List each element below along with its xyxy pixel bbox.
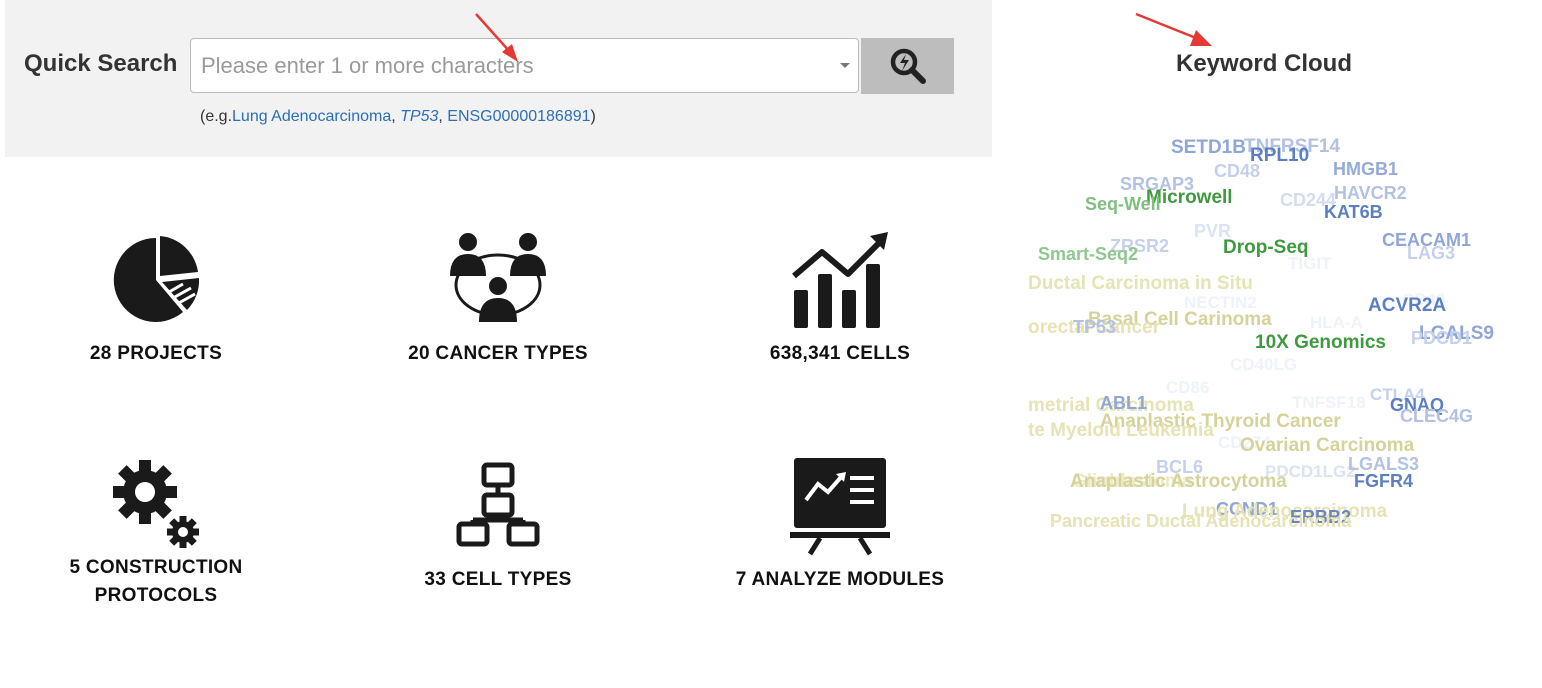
keyword-cloud-item[interactable]: HMGB1 xyxy=(1333,160,1398,178)
keyword-cloud: SETD1B TNFRSF14 RPL10 CD48 HMGB1 SRGAP3 Microw… xyxy=(1028,128,1528,548)
keyword-cloud-item[interactable]: SETD1B xyxy=(1171,138,1246,157)
keyword-cloud-item[interactable]: Seq-Well xyxy=(1085,195,1161,213)
keyword-cloud-item[interactable]: TP53 xyxy=(1073,318,1116,336)
red-arrow-icon xyxy=(475,13,518,62)
stat-cells[interactable]: 638,341 CELLS xyxy=(740,230,940,368)
stat-projects[interactable]: 28 PROJECTS xyxy=(56,232,256,368)
stat-label: 7 ANALYZE MODULES xyxy=(735,569,945,590)
stat-label: 28 PROJECTS xyxy=(89,343,223,364)
keyword-cloud-item[interactable]: FGFR4 xyxy=(1354,472,1413,490)
keyword-cloud-item[interactable]: Anaplastic Astrocytoma xyxy=(1070,472,1287,491)
people-network-icon xyxy=(450,233,546,322)
quick-search-label: Quick Search xyxy=(24,50,178,77)
growth-chart-icon xyxy=(792,232,888,328)
keyword-cloud-item[interactable]: TIGIT xyxy=(1288,255,1331,272)
keyword-cloud-item[interactable]: CLEC4G xyxy=(1400,407,1473,425)
keyword-cloud-item[interactable]: LAG3 xyxy=(1407,244,1455,262)
search-button[interactable] xyxy=(861,38,954,94)
keyword-cloud-item[interactable]: CD86 xyxy=(1166,379,1209,396)
keyword-cloud-item[interactable]: ABL1 xyxy=(1100,394,1147,412)
search-icon xyxy=(890,48,926,84)
keyword-cloud-item[interactable]: TNFSF18 xyxy=(1292,394,1366,411)
keyword-cloud-item[interactable]: Ovarian Carcinoma xyxy=(1240,436,1414,455)
dropdown-caret-icon[interactable] xyxy=(840,63,850,68)
search-examples: (e.g.Lung Adenocarcinoma, TP53, ENSG0000… xyxy=(200,108,596,125)
example-link-ensg[interactable]: ENSG00000186891 xyxy=(447,108,590,125)
keyword-cloud-item[interactable]: PDCD1 xyxy=(1411,329,1472,347)
stat-label: 638,341 CELLS xyxy=(769,343,911,364)
stat-analyze-modules[interactable]: 7 ANALYZE MODULES xyxy=(722,456,958,594)
example-link-lung-adenocarcinoma[interactable]: Lung Adenocarcinoma xyxy=(232,108,391,125)
red-arrow-icon xyxy=(1135,12,1212,46)
pie-chart-icon xyxy=(113,236,200,322)
keyword-cloud-item[interactable]: ACVR2A xyxy=(1368,296,1446,315)
stat-cancer-types[interactable]: 20 CANCER TYPES xyxy=(398,230,598,368)
presentation-board-icon xyxy=(790,458,890,556)
stat-cell-types[interactable]: 33 CELL TYPES xyxy=(398,462,598,594)
keyword-cloud-item[interactable]: HAVCR2 xyxy=(1334,184,1407,202)
keyword-cloud-item[interactable]: HLA-A xyxy=(1310,314,1363,331)
example-link-tp53[interactable]: TP53 xyxy=(400,108,438,125)
keyword-cloud-item[interactable]: Ductal Carcinoma in Situ xyxy=(1028,274,1253,293)
stat-label: 33 CELL TYPES xyxy=(424,569,572,590)
keyword-cloud-item[interactable]: CD40LG xyxy=(1230,356,1297,373)
stat-label: PROTOCOLS xyxy=(94,585,218,606)
keyword-cloud-title: Keyword Cloud xyxy=(1176,50,1353,77)
keyword-cloud-item[interactable]: te Myeloid Leukemia xyxy=(1028,421,1214,440)
stat-label: 20 CANCER TYPES xyxy=(408,343,588,364)
gears-icon xyxy=(113,460,199,548)
hierarchy-icon xyxy=(456,462,540,547)
keyword-cloud-item[interactable]: Smart-Seq2 xyxy=(1038,245,1138,263)
keyword-cloud-item[interactable]: CD48 xyxy=(1214,162,1260,180)
keyword-cloud-item[interactable]: 10X Genomics xyxy=(1255,333,1386,352)
stat-construction-protocols[interactable]: 5 CONSTRUCTION PROTOCOLS xyxy=(56,460,256,610)
keyword-cloud-item[interactable]: KAT6B xyxy=(1324,203,1383,221)
keyword-cloud-item[interactable]: Pancreatic Ductal Adenocarcinoma xyxy=(1050,512,1351,530)
stat-label: 5 CONSTRUCTION xyxy=(69,557,243,578)
